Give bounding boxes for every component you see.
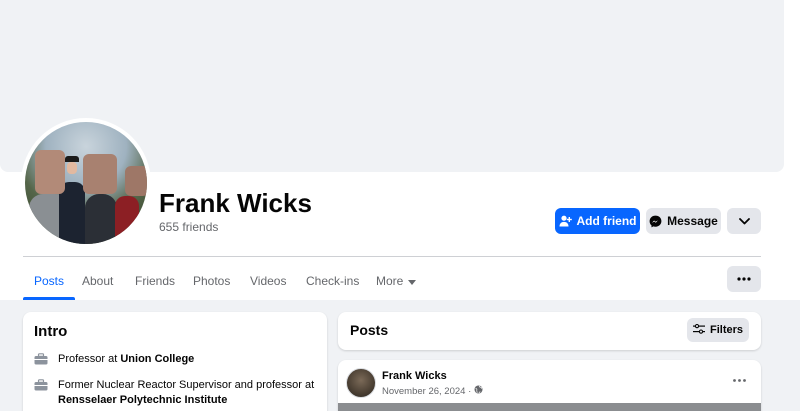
tab-more[interactable]: More [365,262,427,300]
message-button[interactable]: Message [646,208,721,234]
post-timestamp[interactable]: November 26, 2024 · [382,385,483,397]
friends-count[interactable]: 655 friends [159,220,218,234]
tabs-more-options-button[interactable] [727,266,761,292]
post-author-name[interactable]: Frank Wicks [382,370,447,382]
add-friend-button[interactable]: Add friend [555,208,640,234]
post-card: Frank Wicks November 26, 2024 · [338,360,761,411]
profile-picture[interactable] [25,122,147,244]
message-label: Message [667,214,718,228]
filters-label: Filters [709,324,743,336]
tab-photos[interactable]: Photos [182,262,241,300]
messenger-icon [649,215,662,228]
briefcase-icon [34,352,50,370]
workplace-link[interactable]: Rensselaer Polytechnic Institute [58,394,227,406]
tab-videos[interactable]: Videos [239,262,297,300]
posts-title: Posts [350,322,389,338]
post-author-avatar[interactable] [346,368,376,398]
add-friend-label: Add friend [576,214,637,228]
tab-posts[interactable]: Posts [23,262,76,300]
profile-options-button[interactable] [727,208,761,234]
chevron-down-icon [738,217,750,225]
more-horizontal-icon [737,277,751,281]
filters-button[interactable]: Filters [687,318,749,342]
workplace-link[interactable]: Union College [120,353,194,365]
intro-item: Professor at Union College [34,352,319,370]
post-media[interactable] [338,403,761,411]
intro-title: Intro [34,323,68,340]
tab-check-ins[interactable]: Check-ins [295,262,370,300]
post-options-button[interactable] [730,372,748,384]
profile-name: Frank Wicks [159,188,312,218]
filter-sliders-icon [692,323,705,337]
profile-picture-frame[interactable] [21,118,151,248]
globe-icon [474,385,483,397]
intro-card: Intro Professor at Union College Former … [23,312,327,411]
briefcase-icon [34,378,50,408]
tab-friends[interactable]: Friends [124,262,186,300]
add-friend-icon [559,215,572,227]
header-divider [23,256,761,257]
more-horizontal-icon [732,369,746,387]
posts-header-card: Posts Filters [338,312,761,350]
intro-item: Former Nuclear Reactor Supervisor and pr… [34,378,319,408]
tab-about[interactable]: About [71,262,124,300]
caret-down-icon [408,274,417,288]
